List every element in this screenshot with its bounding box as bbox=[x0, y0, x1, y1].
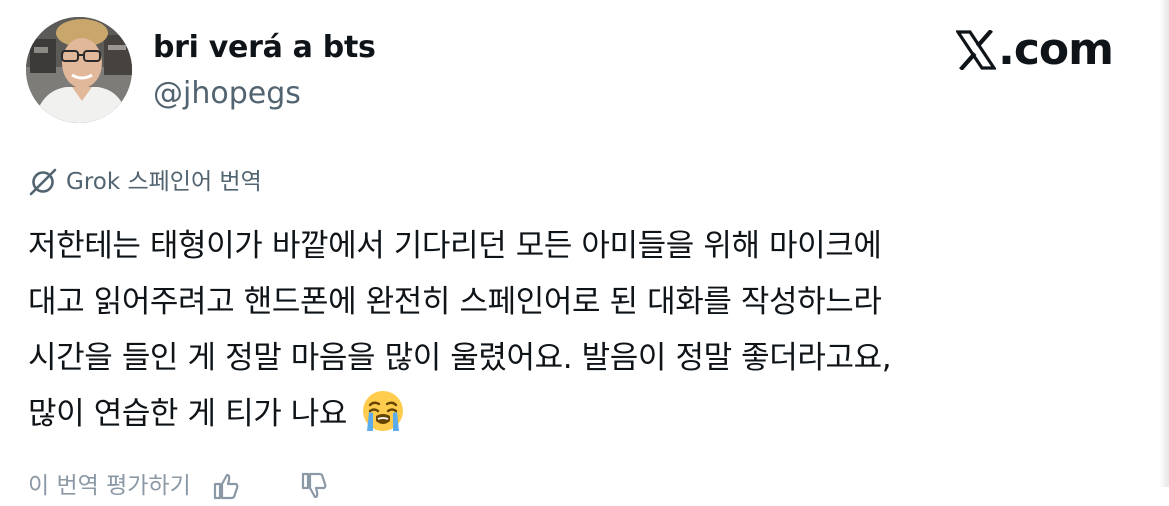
tweet-line-4-text: 많이 연습한 게 티가 나요 bbox=[28, 396, 348, 432]
loudly-crying-face-emoji-icon bbox=[361, 389, 405, 433]
translation-label: Grok 스페인어 번역 bbox=[66, 169, 262, 195]
tweet-line-2: 대고 읽어주려고 핸드폰에 완전히 스페인어로 된 대화를 작성하느라 bbox=[28, 284, 882, 320]
avatar[interactable] bbox=[26, 17, 132, 123]
x-logo-icon bbox=[956, 30, 997, 70]
rate-translation-row: 이 번역 평가하기 bbox=[28, 466, 329, 506]
screenshot-edge-shadow bbox=[1159, 0, 1169, 487]
tweet-line-3: 시간을 들인 게 정말 마음을 많이 울렸어요. 발음이 정말 좋더라고요, bbox=[28, 340, 892, 376]
x-com-brand: .com bbox=[956, 24, 1114, 76]
tweet-line-1: 저한테는 태형이가 바깥에서 기다리던 모든 아미들을 위해 마이크에 bbox=[28, 228, 882, 264]
brand-domain-text: .com bbox=[998, 24, 1114, 75]
thumbs-down-icon[interactable] bbox=[299, 471, 329, 501]
translation-attribution: Grok 스페인어 번역 bbox=[28, 164, 262, 200]
tweet-line-4: 많이 연습한 게 티가 나요 bbox=[28, 386, 1133, 442]
grok-logo-icon bbox=[29, 168, 57, 196]
author-handle[interactable]: @jhopegs bbox=[153, 74, 301, 114]
tweet-body: 저한테는 태형이가 바깥에서 기다리던 모든 아미들을 위해 마이크에 대고 읽… bbox=[28, 218, 1133, 442]
thumbs-up-icon[interactable] bbox=[211, 471, 241, 501]
avatar-image bbox=[26, 17, 132, 123]
author-display-name[interactable]: bri verá a bts bbox=[153, 28, 376, 68]
rate-translation-label: 이 번역 평가하기 bbox=[28, 473, 191, 499]
